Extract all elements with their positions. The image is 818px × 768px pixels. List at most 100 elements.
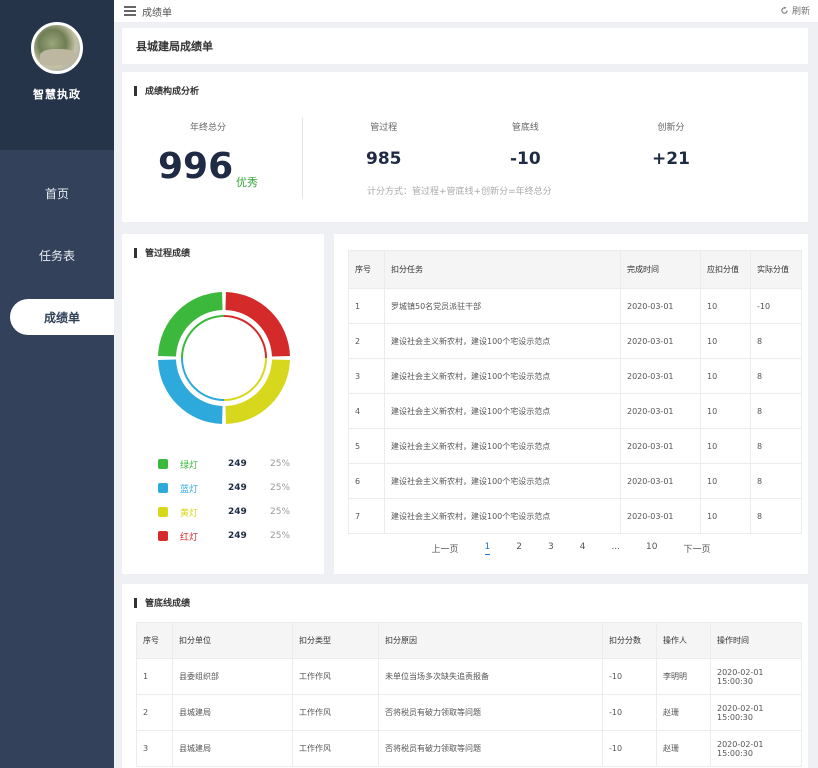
legend-name: 黄灯 [180,508,199,519]
table-cell: 2020-03-01 [620,498,701,534]
pagination: 上一页 1 2 3 4 ... 10 下一页 [334,542,808,555]
task-panel: 序号 扣分任务 完成时间 应扣分值 实际分值 1 罗城镇50名党员派驻干部 2020… [334,234,808,574]
legend-count: 249 [228,531,247,541]
legend-item-green: 绿灯 249 25% [158,452,308,476]
page-button[interactable]: 3 [548,542,554,555]
table-cell: 工作作风 [292,658,379,695]
legend-item-red: 红灯 249 25% [158,524,308,548]
table-cell: 8 [750,393,802,429]
table-row[interactable]: 3 县城建局 工作作风 否将税员有破力领取等问题 -10 赵珊 2020-02-01 15:… [136,730,802,767]
table-cell: 7 [348,498,385,534]
legend-count: 249 [228,459,247,469]
metric-baseline-value: -10 [510,149,541,169]
table-header-row: 序号 扣分任务 完成时间 应扣分值 实际分值 [348,250,802,289]
score-panel: 成绩构成分析 年终总分 996 优秀 管过程 985 管底线 -10 创新分 +… [122,72,808,222]
table-cell: 10 [700,498,751,534]
col-header: 扣分原因 [378,622,603,659]
table-cell: -10 [602,658,657,695]
table-row[interactable]: 5 建设社会主义新农村，建设100个宅设示范点 2020-03-01 10 8 [348,428,802,464]
table-cell: 建设社会主义新农村，建设100个宅设示范点 [384,428,621,464]
table-cell: 6 [348,463,385,499]
table-row[interactable]: 2 建设社会主义新农村，建设100个宅设示范点 2020-03-01 10 8 [348,323,802,359]
table-cell: 工作作风 [292,730,379,767]
refresh-button[interactable]: 刷新 [780,4,810,17]
table-cell: 1 [348,288,385,324]
prev-page-button[interactable]: 上一页 [431,542,458,555]
col-header: 序号 [348,250,385,289]
sidebar-item-home[interactable]: 首页 [0,162,114,224]
col-header: 扣分分数 [602,622,657,659]
col-header: 扣分任务 [384,250,621,289]
process-section-title: 管过程成绩 [134,246,190,259]
table-cell: 建设社会主义新农村，建设100个宅设示范点 [384,498,621,534]
table-row[interactable]: 4 建设社会主义新农村，建设100个宅设示范点 2020-03-01 10 8 [348,393,802,429]
legend-name: 红灯 [180,532,199,543]
table-cell: 2 [348,323,385,359]
table-row[interactable]: 7 建设社会主义新农村，建设100个宅设示范点 2020-03-01 10 8 [348,498,802,534]
col-header: 实际分值 [750,250,802,289]
table-cell: 10 [700,323,751,359]
table-cell: 3 [348,358,385,394]
table-cell: 建设社会主义新农村，建设100个宅设示范点 [384,323,621,359]
table-cell: 建设社会主义新农村，建设100个宅设示范点 [384,393,621,429]
table-cell: 县城建局 [172,694,293,731]
table-cell: -10 [602,730,657,767]
table-cell: 县城建局 [172,730,293,767]
sidebar-item-scorecard[interactable]: 成绩单 [10,299,114,335]
page-button[interactable]: 2 [516,542,522,555]
sidebar-item-tasks[interactable]: 任务表 [0,224,114,286]
page-button[interactable]: 1 [484,542,491,555]
table-cell: 2020-03-01 [620,463,701,499]
donut-segment-green [158,292,223,357]
table-cell: 8 [750,498,802,534]
table-cell: 李明明 [656,658,711,695]
breadcrumb: 成绩单 [142,7,172,19]
page-button[interactable]: 4 [580,542,586,555]
page-button[interactable]: 10 [646,542,657,555]
menu-icon[interactable] [124,6,136,16]
legend-swatch-red [158,531,168,541]
table-cell: 否将税员有破力领取等问题 [378,730,603,767]
next-page-button[interactable]: 下一页 [683,542,710,555]
table-row[interactable]: 6 建设社会主义新农村，建设100个宅设示范点 2020-03-01 10 8 [348,463,802,499]
legend-percent: 25% [270,531,291,541]
table-cell: 建设社会主义新农村，建设100个宅设示范点 [384,358,621,394]
table-cell: 10 [700,393,751,429]
col-header: 操作人 [656,622,711,659]
col-header: 扣分单位 [172,622,293,659]
sidebar: 智慧执政 首页 任务表 成绩单 [0,0,114,768]
table-cell: 8 [750,358,802,394]
refresh-label: 刷新 [791,7,810,17]
sidebar-header: 智慧执政 [0,0,114,150]
table-cell: -10 [602,694,657,731]
chart-legend: 绿灯 249 25% 蓝灯 249 25% 黄灯 249 25% 红灯 249 … [158,452,308,548]
table-cell: 4 [348,393,385,429]
donut-segment-yellow [225,359,290,424]
legend-swatch-yellow [158,507,168,517]
legend-item-blue: 蓝灯 249 25% [158,476,308,500]
table-cell: 否将税员有破力领取等问题 [378,694,603,731]
table-row[interactable]: 2 县城建局 工作作风 否将税员有破力领取等问题 -10 赵珊 2020-02-01 15:… [136,694,802,731]
table-cell: 建设社会主义新农村，建设100个宅设示范点 [384,463,621,499]
col-header: 扣分类型 [292,622,379,659]
process-chart-panel: 管过程成绩 绿灯 249 25% 蓝灯 249 25% 黄灯 249 25% 红… [122,234,324,574]
legend-count: 249 [228,507,247,517]
table-row[interactable]: 1 县委组织部 工作作风 未单位当场多次缺失追责报备 -10 李明明 2020-02-01 … [136,658,802,695]
table-cell: -10 [750,288,802,324]
table-cell: 2020-03-01 [620,393,701,429]
table-row[interactable]: 1 罗城镇50名党员派驻干部 2020-03-01 10 -10 [348,288,802,324]
table-row[interactable]: 3 建设社会主义新农村，建设100个宅设示范点 2020-03-01 10 8 [348,358,802,394]
donut-chart [158,292,290,424]
donut-segment-red [225,292,290,357]
legend-count: 249 [228,483,247,493]
table-cell: 5 [348,428,385,464]
metric-innovation-value: +21 [652,149,690,169]
refresh-icon [781,6,788,14]
year-total-label: 年终总分 [190,123,227,133]
donut-segment-blue [158,359,223,424]
legend-item-yellow: 黄灯 249 25% [158,500,308,524]
table-cell: 罗城镇50名党员派驻干部 [384,288,621,324]
avatar[interactable] [31,22,83,74]
table-cell: 10 [700,463,751,499]
table-cell: 2020-02-01 15:00:30 [710,658,802,695]
